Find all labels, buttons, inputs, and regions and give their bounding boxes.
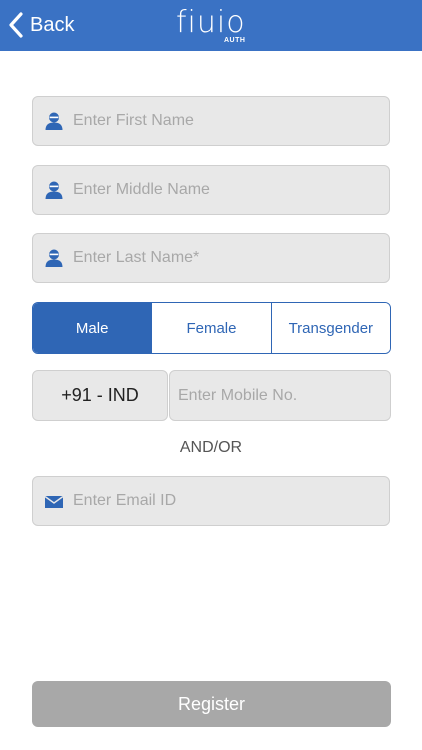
chevron-left-icon bbox=[9, 12, 23, 38]
register-button[interactable]: Register bbox=[32, 681, 391, 727]
back-button[interactable]: Back bbox=[8, 8, 74, 42]
back-label: Back bbox=[30, 13, 75, 36]
email-field-box bbox=[32, 476, 390, 526]
and-or-separator: AND/OR bbox=[179, 439, 243, 456]
envelope-icon bbox=[44, 495, 64, 508]
email-input[interactable] bbox=[73, 477, 373, 525]
middle-name-field-box bbox=[32, 165, 390, 215]
mobile-input[interactable] bbox=[178, 371, 383, 420]
middle-name-input[interactable] bbox=[73, 166, 373, 214]
gender-option-female[interactable]: Female bbox=[151, 303, 271, 353]
gender-option-male[interactable]: Male bbox=[33, 303, 152, 353]
gender-option-transgender[interactable]: Transgender bbox=[270, 303, 390, 353]
last-name-input[interactable] bbox=[73, 234, 373, 282]
user-icon bbox=[45, 249, 63, 267]
top-nav-bar: Back fiuio AUTH bbox=[0, 0, 422, 51]
last-name-field-box bbox=[32, 233, 390, 283]
user-icon bbox=[45, 112, 63, 130]
app-logo: fiuio AUTH bbox=[172, 4, 252, 46]
logo-subtext: AUTH bbox=[224, 37, 246, 44]
gender-segmented-control: Male Female Transgender bbox=[32, 302, 391, 354]
country-code-selector[interactable]: +91 - IND bbox=[32, 370, 168, 421]
first-name-input[interactable] bbox=[73, 97, 373, 145]
user-icon bbox=[45, 181, 63, 199]
first-name-field-box bbox=[32, 96, 390, 146]
mobile-field-box bbox=[169, 370, 391, 421]
